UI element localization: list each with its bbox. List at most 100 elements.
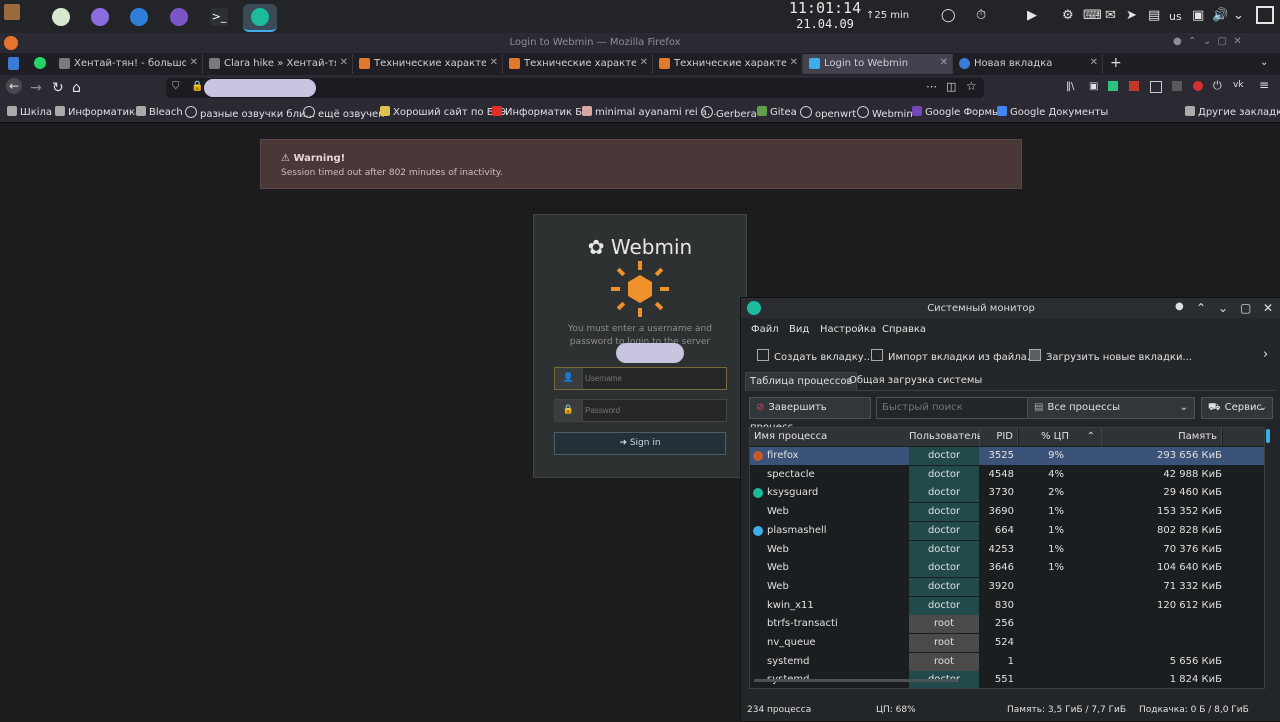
menu-file[interactable]: Файл [751, 324, 779, 335]
bookmark-item[interactable]: ещё озвучек [303, 106, 384, 120]
tools-button[interactable]: ⛟ Сервис ⌄ [1201, 397, 1273, 419]
bookmark-item[interactable]: minimal ayanami rei a... [582, 106, 716, 118]
task-terminal[interactable]: >_ [206, 4, 232, 30]
other-bookmarks[interactable]: Другие закладки [1185, 106, 1280, 118]
pinned-tab[interactable] [8, 57, 19, 70]
close-icon[interactable]: ✕ [790, 57, 798, 68]
maximize-icon[interactable]: ▢ [1240, 301, 1251, 315]
import-tab-button[interactable]: Импорт вкладки из файла... [871, 349, 1036, 363]
column-header-cpu[interactable]: % ЦП ⌃ [1019, 428, 1102, 446]
table-row[interactable]: plasmashell doctor 664 1% 802 828 КиБ [750, 521, 1264, 540]
timer-label[interactable]: ↑25 min [866, 10, 909, 21]
play-icon[interactable]: ▶ [1027, 8, 1037, 23]
mail-icon[interactable]: ✉ [1105, 8, 1116, 23]
volume-icon[interactable]: 🔊 [1212, 8, 1228, 23]
extension-icon[interactable] [1129, 81, 1139, 91]
bookmark-item[interactable]: Хороший сайт по ЕГЭ [380, 106, 506, 118]
tab[interactable]: Новая вкладка ✕ [953, 54, 1103, 74]
sidebar-icon[interactable]: ▣ [1089, 81, 1098, 92]
horizontal-scrollbar[interactable] [754, 679, 958, 682]
network-icon[interactable]: ▣ [1192, 8, 1204, 23]
close-icon[interactable]: ✕ [1090, 57, 1098, 68]
bookmark-item[interactable]: Информатика [55, 106, 141, 118]
table-row[interactable]: btrfs-transacti root 256 [750, 615, 1264, 634]
new-tab-button[interactable]: Создать вкладку... [757, 349, 873, 363]
table-row[interactable]: Web doctor 4253 1% 70 376 КиБ [750, 540, 1264, 559]
menu-icon[interactable]: ≡ [1259, 78, 1269, 92]
process-filter-select[interactable]: ▤ Все процессы ⌄ [1027, 397, 1195, 419]
sign-in-button[interactable]: ➜ Sign in [554, 432, 726, 455]
shield-icon[interactable]: ⛉ [172, 81, 180, 92]
lock-icon[interactable]: 🔒 [191, 81, 203, 92]
quick-search-input[interactable] [876, 397, 1028, 419]
timer-icon[interactable]: ⏱ [976, 8, 986, 23]
keep-above-icon[interactable]: ● [1175, 301, 1184, 312]
kill-process-button[interactable]: ⊘Завершить процесс... [749, 397, 871, 433]
password-field[interactable]: 🔒 [554, 399, 727, 422]
table-row[interactable]: systemd root 1 5 656 КиБ [750, 652, 1264, 671]
task-sysmon[interactable] [243, 4, 277, 32]
close-icon[interactable]: ✕ [1263, 301, 1273, 315]
extension-icon[interactable] [1108, 81, 1118, 91]
password-input[interactable] [583, 400, 725, 421]
close-icon[interactable]: ✕ [640, 57, 648, 68]
bookmark-star-icon[interactable]: ☆ [966, 79, 977, 93]
menu-help[interactable]: Справка [882, 324, 926, 335]
settings-icon[interactable]: ⚙ [1062, 8, 1074, 23]
tab[interactable]: Clara hike » Хентай-тян! · 6✕ [203, 54, 353, 74]
ublock-icon[interactable] [1193, 81, 1203, 91]
column-header-memory[interactable]: Память [1102, 428, 1222, 446]
table-row[interactable]: Web doctor 3920 71 332 КиБ [750, 577, 1264, 596]
tab[interactable]: Технические характерис✕ [503, 54, 653, 74]
tab[interactable]: Технические характерис✕ [353, 54, 503, 74]
download-tabs-button[interactable]: Загрузить новые вкладки... [1029, 349, 1192, 363]
chevron-down-icon[interactable]: ⌄ [1233, 8, 1244, 23]
table-row[interactable]: firefox doctor 3525 9% 293 656 КиБ [750, 447, 1264, 465]
telegram-icon[interactable]: ➤ [1126, 8, 1137, 23]
bookmark-item[interactable]: разные озвучки бли... [185, 106, 315, 120]
tab-system-load[interactable]: Общая загрузка системы [845, 372, 986, 390]
reload-button[interactable]: ↻ [52, 80, 64, 96]
vk-icon[interactable]: vk [1233, 80, 1244, 90]
extension-icon[interactable] [1150, 81, 1162, 93]
column-header-pid[interactable]: PID [980, 428, 1018, 446]
close-icon[interactable]: ✕ [340, 57, 348, 68]
url-bar[interactable]: ⛉ 🔒 ⋯ ◫ ☆ [166, 78, 984, 98]
power-icon[interactable]: ⏻ [1213, 79, 1222, 93]
bookmark-item[interactable]: Google Формы [912, 106, 1000, 118]
username-field[interactable]: 👤 [554, 367, 727, 390]
user-icon[interactable]: ◯ [941, 8, 956, 23]
pocket-icon[interactable]: ◫ [946, 80, 956, 93]
username-input[interactable] [583, 368, 725, 389]
back-button[interactable]: ← [6, 78, 22, 94]
close-icon[interactable]: ✕ [490, 57, 498, 68]
vertical-scrollbar[interactable] [1266, 429, 1270, 443]
new-tab-button[interactable]: + [1110, 55, 1122, 71]
bookmark-item[interactable]: Gerbera [701, 106, 757, 120]
task-browser[interactable] [48, 4, 74, 30]
bookmark-item[interactable]: Gitea [757, 106, 797, 118]
table-row[interactable]: Web doctor 3690 1% 153 352 КиБ [750, 503, 1264, 522]
page-actions-icon[interactable]: ⋯ [926, 80, 937, 93]
home-button[interactable]: ⌂ [72, 80, 81, 96]
chevron-up-icon[interactable]: ⌃ [1196, 301, 1206, 315]
bookmark-item[interactable]: Webmin [857, 106, 913, 120]
tab[interactable]: Технические характерис✕ [653, 54, 803, 74]
bookmark-item[interactable]: Информатик БУ [492, 106, 588, 118]
clock[interactable]: 11:01:14 21.04.09 [780, 0, 870, 31]
table-row[interactable]: ksysguard doctor 3730 2% 29 460 КиБ [750, 484, 1264, 503]
tab[interactable]: Хентай-тян! - большой ка✕ [53, 54, 203, 74]
clipboard-icon[interactable]: ▤ [1148, 8, 1160, 23]
menu-settings[interactable]: Настройка [820, 324, 876, 335]
close-icon[interactable]: ✕ [190, 57, 198, 68]
extension-icon[interactable] [1172, 81, 1182, 91]
column-header-name[interactable]: Имя процесса [750, 428, 913, 446]
bookmark-item[interactable]: openwrt [800, 106, 856, 120]
keyboard-layout[interactable]: us [1169, 10, 1182, 23]
forward-button[interactable]: → [30, 80, 42, 96]
bookmark-item[interactable]: Google Документы [997, 106, 1108, 118]
minimize-icon[interactable]: ⌄ [1218, 301, 1228, 315]
table-row[interactable]: Web doctor 3646 1% 104 640 КиБ [750, 559, 1264, 578]
library-icon[interactable]: ‖\ [1066, 81, 1074, 92]
keyboard-icon[interactable]: ⌨ [1083, 8, 1102, 23]
